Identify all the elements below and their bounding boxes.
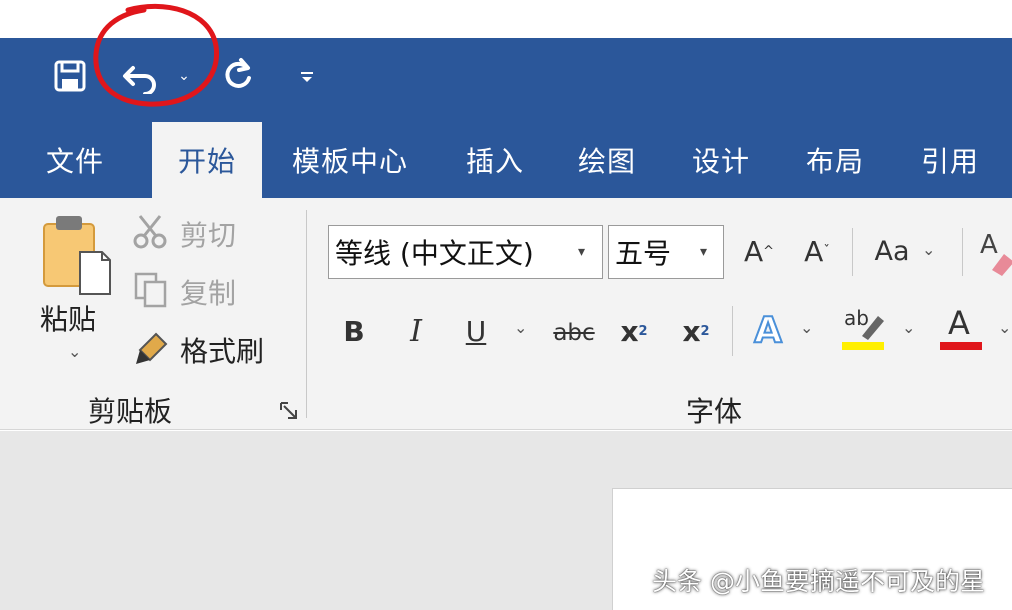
tab-label: 开始 [177, 145, 236, 178]
format-painter-icon [134, 330, 170, 366]
font-color-label: A [948, 304, 970, 342]
change-case-label: Aa [874, 235, 910, 267]
font-name-value: 等线 (中文正文) [335, 237, 534, 270]
cut-icon [132, 214, 168, 250]
highlight-color-bar [842, 342, 884, 350]
chevron-down-icon: ▾ [700, 244, 708, 260]
save-icon[interactable] [50, 56, 90, 96]
chevron-down-icon[interactable]: ⌄ [800, 318, 813, 337]
subscript-mark: 2 [638, 323, 648, 339]
watermark-text: 头条 @小鱼要摘遥不可及的星 [652, 567, 985, 596]
superscript-mark: 2 [700, 323, 710, 339]
clipboard-group-label: 剪贴板 [88, 395, 173, 428]
customize-qat-icon[interactable] [296, 66, 318, 88]
italic-label: I [410, 313, 422, 349]
italic-button[interactable]: I [398, 308, 434, 354]
tab-label: 文件 [45, 145, 104, 178]
cut-button[interactable]: 剪切 [180, 214, 236, 254]
paste-label[interactable]: 粘贴 [40, 298, 96, 338]
divider [962, 228, 963, 276]
tab-label: 绘图 [577, 145, 636, 178]
strikethrough-label: abc [553, 320, 595, 346]
highlighter-icon [862, 316, 884, 340]
eraser-icon [992, 254, 1012, 276]
tab-draw[interactable]: 绘图 [562, 122, 652, 198]
font-color-bar [940, 342, 982, 350]
paste-dropdown-icon[interactable]: ⌄ [68, 342, 81, 361]
copy-icon [134, 272, 168, 308]
chevron-down-icon[interactable]: ⌄ [998, 318, 1011, 337]
tab-label: 设计 [691, 145, 750, 178]
shrink-font-label: A [804, 234, 824, 268]
chevron-down-icon[interactable]: ⌄ [922, 240, 935, 259]
grow-font-label: A [743, 234, 764, 268]
annotation-circle [93, 3, 220, 107]
tab-insert[interactable]: 插入 [450, 122, 540, 198]
tab-file[interactable]: 文件 [30, 122, 120, 198]
font-color-button[interactable]: A [940, 302, 984, 352]
text-effects-button[interactable]: A [748, 304, 788, 356]
clear-format-button[interactable]: A [980, 226, 1012, 278]
tab-label: 引用 [920, 145, 979, 178]
tab-label: 插入 [465, 145, 524, 178]
dialog-launcher-icon[interactable] [278, 400, 300, 422]
change-case-button[interactable]: Aa [868, 228, 916, 274]
text-effects-label: A [753, 309, 783, 352]
strikethrough-button[interactable]: abc [548, 310, 600, 356]
superscript-base: x [682, 314, 701, 348]
tab-label: 布局 [805, 145, 864, 178]
bold-button[interactable]: B [336, 308, 372, 354]
chevron-down-icon: ▾ [578, 244, 586, 260]
chevron-down-icon[interactable]: ⌄ [902, 318, 915, 337]
font-name-select[interactable]: 等线 (中文正文) [328, 225, 603, 279]
font-group-label: 字体 [686, 395, 743, 428]
underline-label: U [465, 314, 487, 348]
bold-label: B [343, 314, 365, 348]
divider [732, 306, 733, 356]
group-divider [306, 210, 307, 418]
tab-home[interactable]: 开始 [152, 122, 262, 198]
copy-button[interactable]: 复制 [180, 272, 236, 312]
paste-button[interactable] [40, 214, 114, 296]
tab-layout[interactable]: 布局 [790, 122, 880, 198]
superscript-button[interactable]: x2 [676, 308, 716, 354]
format-painter-button[interactable]: 格式刷 [180, 330, 264, 370]
tab-references[interactable]: 引用 [904, 122, 996, 198]
font-size-value: 五号 [615, 237, 672, 270]
divider [852, 228, 853, 276]
shrink-font-button[interactable]: Aˇ [800, 228, 834, 274]
tab-label: 模板中心 [291, 145, 408, 178]
underline-button[interactable]: U [458, 308, 494, 354]
tab-template-center[interactable]: 模板中心 [280, 122, 420, 198]
tab-design[interactable]: 设计 [676, 122, 766, 198]
chevron-down-icon[interactable]: ⌄ [514, 318, 527, 337]
grow-font-button[interactable]: A ^ [742, 228, 776, 274]
subscript-base: x [620, 314, 639, 348]
paste-icon [43, 216, 111, 295]
subscript-button[interactable]: x2 [614, 308, 654, 354]
highlight-button[interactable]: ab [842, 306, 886, 352]
